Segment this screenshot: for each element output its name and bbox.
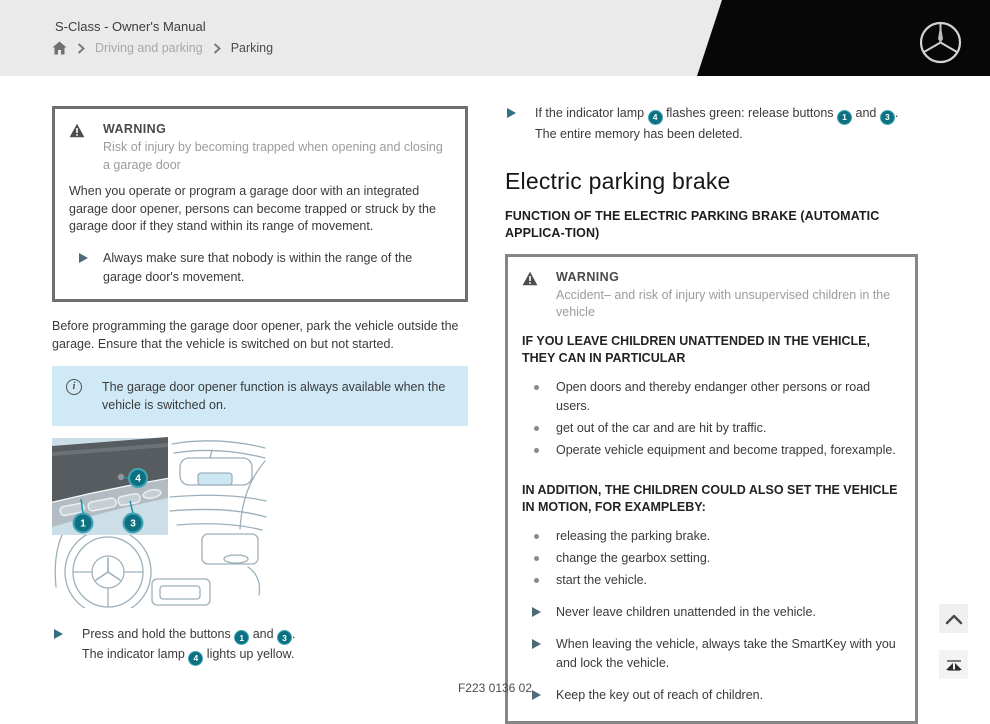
app-header: S-Class - Owner's Manual Driving and par…	[0, 0, 990, 76]
chevron-up-icon	[945, 614, 962, 624]
right-column: If the indicator lamp 4 flashes green: r…	[505, 104, 918, 724]
warning-lead-1: IF YOU LEAVE CHILDREN UNATTENDED IN THE …	[522, 333, 870, 366]
bullet-dot-icon	[534, 577, 539, 583]
diagram-callout-1: 1	[72, 512, 94, 533]
bullet-list-1: Open doors and thereby endanger other pe…	[522, 378, 901, 460]
arrow-bullet-icon	[79, 252, 88, 263]
broken-image-button[interactable]	[939, 650, 968, 679]
warning-subtitle: Risk of injury by becoming trapped when …	[103, 140, 443, 172]
svg-text:4: 4	[135, 473, 141, 484]
svg-text:3: 3	[130, 518, 136, 529]
warning-label: WARNING	[103, 122, 167, 136]
warning-box-garage-door: WARNING Risk of injury by becoming trapp…	[52, 106, 468, 302]
bullet-dot-icon	[534, 447, 539, 453]
warning-action: Always make sure that nobody is within t…	[69, 249, 451, 287]
diagram-callout-3: 3	[122, 512, 144, 533]
breadcrumb: Driving and parking Parking	[52, 41, 273, 55]
instruction-result-text: The indicator lamp	[82, 647, 185, 662]
warning-subtitle: Accident– and risk of injury with unsupe…	[556, 287, 891, 320]
list-item: get out of the car and are hit by traffi…	[522, 419, 901, 438]
arrow-bullet-icon	[532, 606, 541, 617]
garage-door-opener-diagram: 4 1 3	[51, 436, 267, 616]
list-item: releasing the parking brake.	[522, 527, 901, 546]
arrow-bullet-icon	[532, 638, 541, 649]
paragraph-before-programming: Before programming the garage door opene…	[52, 318, 459, 351]
bullet-dot-icon	[534, 425, 539, 431]
instruction-result-text: The entire memory has been deleted.	[535, 126, 743, 141]
warning-action: When leaving the vehicle, always take th…	[522, 635, 901, 673]
bullet-dot-icon	[534, 533, 539, 539]
list-item: change the gearbox setting.	[522, 549, 901, 568]
broken-image-icon	[945, 659, 962, 671]
bullet-list-2: releasing the parking brake. change the …	[522, 527, 901, 590]
warning-action: Never leave children unattended in the v…	[522, 603, 901, 622]
info-note-text: The garage door opener function is alway…	[102, 379, 446, 412]
instruction-text: Press and hold the buttons	[82, 626, 231, 641]
button-1-badge: 1	[234, 630, 250, 646]
warning-label: WARNING	[556, 269, 620, 284]
list-item: Open doors and thereby endanger other pe…	[522, 378, 901, 416]
home-icon[interactable]	[52, 41, 67, 55]
indicator-4-badge: 4	[188, 651, 204, 666]
button-3-badge: 3	[879, 109, 895, 125]
button-3-badge: 3	[277, 630, 293, 646]
warning-box-children: WARNING Accident– and risk of injury wit…	[505, 253, 918, 724]
indicator-4-badge: 4	[647, 109, 663, 125]
diagram-inset-panel: 4 1 3	[51, 436, 169, 535]
mercedes-logo-icon[interactable]	[919, 21, 962, 64]
manual-title: S-Class - Owner's Manual	[55, 19, 206, 34]
list-item: Operate vehicle equipment and become tra…	[522, 441, 901, 460]
warning-triangle-icon	[69, 121, 101, 174]
warning-body: When you operate or program a garage doo…	[69, 184, 436, 233]
list-item: start the vehicle.	[522, 571, 901, 590]
figure-caption: F223 0136 02	[457, 681, 533, 695]
chevron-right-icon	[213, 42, 221, 54]
svg-text:1: 1	[80, 518, 86, 529]
scroll-to-top-button[interactable]	[939, 604, 968, 633]
warning-triangle-icon	[522, 269, 554, 322]
instruction-press-hold: Press and hold the buttons 1 and 3. The …	[52, 625, 468, 666]
button-1-badge: 1	[837, 109, 853, 125]
breadcrumb-item-driving-and-parking[interactable]: Driving and parking	[95, 41, 203, 55]
info-icon: i	[66, 378, 82, 395]
section-heading-electric-parking-brake: Electric parking brake	[505, 167, 731, 194]
info-note-box: i The garage door opener function is alw…	[52, 365, 468, 426]
breadcrumb-item-parking: Parking	[230, 41, 274, 55]
chevron-right-icon	[77, 42, 85, 54]
arrow-bullet-icon	[54, 628, 63, 639]
subsection-heading-function: FUNCTION OF THE ELECTRIC PARKING BRAKE (…	[505, 208, 880, 240]
arrow-bullet-icon	[507, 108, 516, 118]
instruction-release-buttons: If the indicator lamp 4 flashes green: r…	[505, 104, 918, 144]
left-column: WARNING Risk of injury by becoming trapp…	[51, 106, 468, 666]
bullet-dot-icon	[534, 555, 539, 561]
bullet-dot-icon	[534, 384, 539, 390]
warning-lead-2: IN ADDITION, THE CHILDREN COULD ALSO SET…	[522, 482, 898, 515]
diagram-callout-4: 4	[128, 467, 148, 488]
